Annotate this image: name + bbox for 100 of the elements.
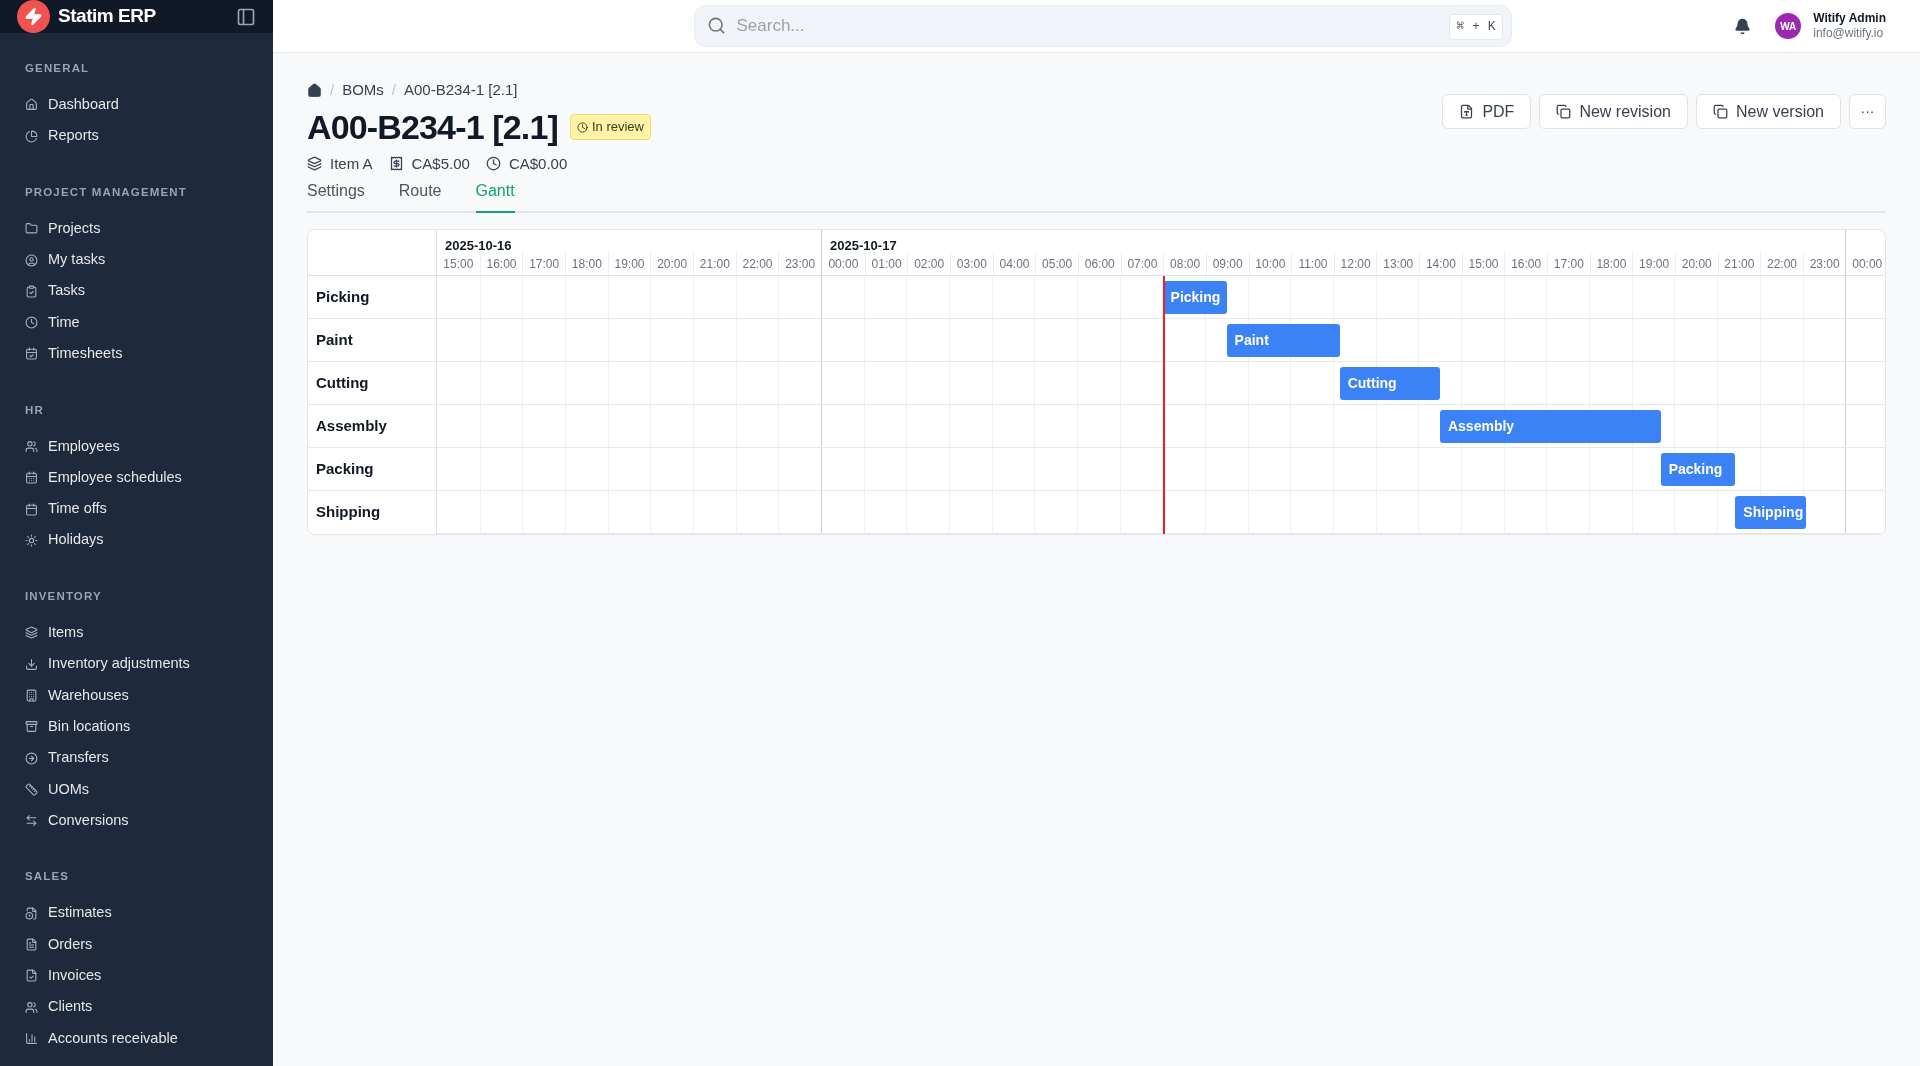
- hour-label: 05:00: [1042, 255, 1073, 273]
- brand-name: Statim ERP: [58, 4, 156, 29]
- more-button[interactable]: ···: [1849, 94, 1886, 129]
- pie-chart-icon: [25, 129, 38, 143]
- clock-icon: [485, 156, 501, 172]
- hour-label: 19:00: [614, 255, 645, 273]
- hour-label: 04:00: [999, 255, 1030, 273]
- bar-chart-icon: [25, 1031, 38, 1045]
- archive-icon: [25, 720, 38, 734]
- document-icon: [25, 938, 38, 952]
- ruler-icon: [25, 782, 38, 796]
- nav-link[interactable]: Clients: [25, 991, 248, 1023]
- nav-link[interactable]: Timesheets: [25, 338, 248, 370]
- task-bar[interactable]: Paint: [1226, 324, 1340, 357]
- breadcrumb-link[interactable]: BOMs: [342, 79, 384, 102]
- search-icon: [706, 16, 726, 35]
- hour-label: 13:00: [1383, 255, 1414, 273]
- date-label: 2025-10-16: [445, 239, 512, 252]
- copy-icon: [1556, 104, 1572, 119]
- breadcrumb-separator: /: [391, 80, 396, 100]
- task-bar[interactable]: Shipping: [1735, 496, 1807, 529]
- home-icon[interactable]: [307, 82, 322, 98]
- hour-label: 10:00: [1255, 255, 1286, 273]
- hour-label: 01:00: [871, 255, 902, 273]
- hour-label: 06:00: [1084, 255, 1115, 273]
- meta-value: Item A: [330, 153, 373, 174]
- hour-label: 14:00: [1425, 255, 1456, 273]
- calendar-icon: [25, 347, 38, 361]
- calendar-icon: [25, 471, 38, 485]
- clock-icon: [25, 316, 38, 330]
- hour-label: 21:00: [699, 255, 730, 273]
- page-title: A00-B234-1 [2.1]: [307, 106, 558, 148]
- hour-label: 11:00: [1298, 255, 1328, 273]
- nav-link[interactable]: Estimates: [25, 897, 248, 929]
- nav-link[interactable]: Tasks: [25, 275, 248, 307]
- tab[interactable]: Settings: [307, 179, 365, 213]
- breadcrumb-link[interactable]: A00-B234-1 [2.1]: [404, 79, 518, 102]
- hour-label: 17:00: [529, 255, 560, 273]
- user-avatar[interactable]: WA: [1775, 13, 1802, 39]
- row-label: Packing: [316, 458, 374, 479]
- nav-link[interactable]: Transfers: [25, 742, 248, 774]
- nav-link[interactable]: UOMs: [25, 773, 248, 806]
- hour-label: 00:00: [1852, 255, 1883, 273]
- action-button[interactable]: New version: [1695, 94, 1841, 129]
- task-bar[interactable]: Assembly: [1439, 410, 1661, 443]
- tab[interactable]: Route: [398, 179, 442, 213]
- people-icon: [25, 1000, 38, 1014]
- hour-label: 16:00: [1511, 255, 1542, 273]
- copy-icon: [1712, 104, 1728, 119]
- nav-link[interactable]: Conversions: [25, 805, 248, 837]
- hour-label: 07:00: [1127, 255, 1158, 273]
- section-heading: INVENTORY: [25, 589, 103, 604]
- nav-link[interactable]: Warehouses: [25, 679, 248, 712]
- document-icon: [1459, 104, 1475, 119]
- nav-link[interactable]: My tasks: [25, 244, 248, 276]
- sidebar-toggle-icon[interactable]: [236, 6, 256, 27]
- arrows-icon: [25, 814, 38, 828]
- hour-label: 12:00: [1340, 255, 1371, 273]
- nav-link[interactable]: Invoices: [25, 960, 248, 992]
- row-label: Paint: [316, 329, 353, 350]
- hour-label: 09:00: [1212, 255, 1243, 273]
- nav-link[interactable]: Accounts receivable: [25, 1022, 248, 1055]
- nav-link[interactable]: Time offs: [25, 493, 248, 525]
- row-label: Picking: [316, 286, 370, 307]
- status-badge: In review: [569, 114, 651, 140]
- date-label: 2025-10-17: [830, 239, 897, 252]
- hour-label: 18:00: [571, 255, 602, 273]
- nav-link[interactable]: Dashboard: [25, 89, 248, 121]
- task-bar[interactable]: Cutting: [1339, 367, 1440, 400]
- user-email: info@witify.io: [1813, 26, 1885, 41]
- nav-link[interactable]: Items: [25, 617, 248, 649]
- nav-link[interactable]: Time: [25, 307, 248, 339]
- task-bar[interactable]: Picking: [1162, 281, 1227, 314]
- sun-icon: [25, 533, 38, 547]
- nav-link[interactable]: Bin locations: [25, 711, 248, 743]
- nav-link[interactable]: Orders: [25, 928, 248, 961]
- task-bar[interactable]: Packing: [1660, 453, 1736, 486]
- stack-icon: [307, 156, 322, 172]
- people-icon: [25, 439, 38, 453]
- nav-link[interactable]: Inventory adjustments: [25, 648, 248, 680]
- building-icon: [25, 689, 38, 702]
- nav-link[interactable]: Employee schedules: [25, 462, 248, 494]
- tray-icon: [25, 657, 38, 671]
- notification-bell-icon[interactable]: [1734, 17, 1752, 35]
- hour-label: 00:00: [828, 255, 859, 273]
- section-heading: HR: [25, 402, 45, 418]
- arrow-circle-icon: [25, 751, 38, 765]
- nav-link[interactable]: Reports: [25, 120, 248, 152]
- nav-link[interactable]: Holidays: [25, 524, 248, 556]
- hour-label: 19:00: [1639, 255, 1670, 273]
- action-button[interactable]: New revision: [1539, 94, 1688, 129]
- nav-link[interactable]: Employees: [25, 430, 248, 463]
- hour-label: 21:00: [1724, 255, 1755, 273]
- hour-label: 08:00: [1170, 255, 1201, 273]
- document-icon: [25, 969, 38, 983]
- nav-link[interactable]: Projects: [25, 213, 248, 245]
- action-button[interactable]: PDF: [1442, 94, 1532, 129]
- logo-icon: [17, 0, 50, 33]
- stack-icon: [25, 626, 38, 640]
- receipt-icon: [388, 156, 404, 172]
